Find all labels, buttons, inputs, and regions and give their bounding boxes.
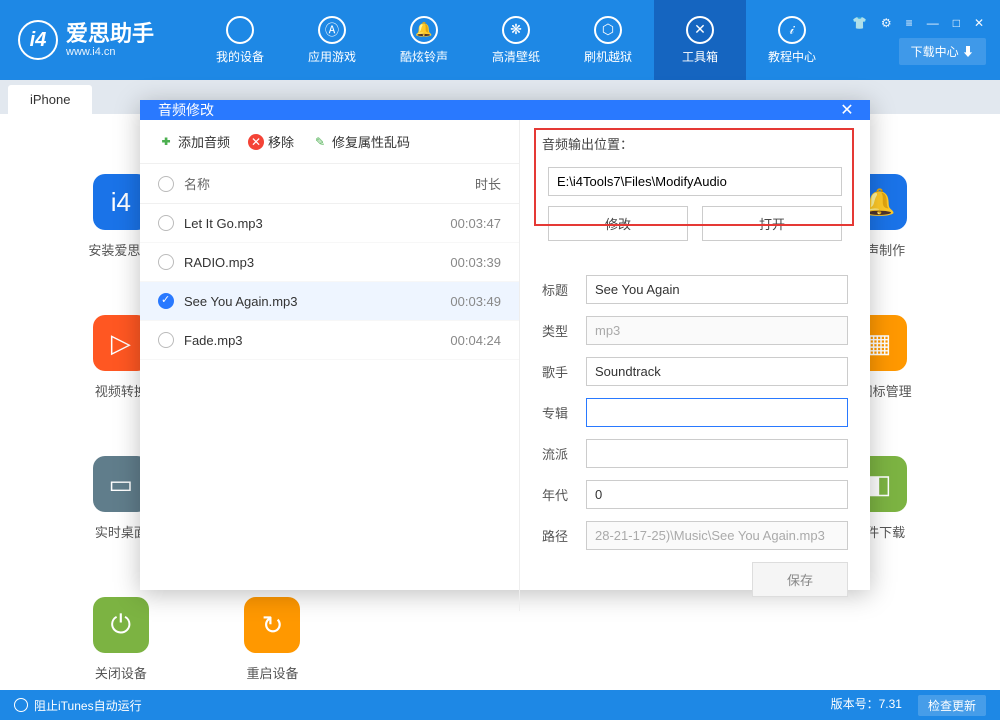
title-input[interactable]	[586, 275, 848, 304]
title-label: 标题	[542, 280, 576, 299]
nav-my-device[interactable]: 我的设备	[194, 0, 286, 80]
genre-label: 流派	[542, 444, 576, 463]
genre-input[interactable]	[586, 439, 848, 468]
nav-apps[interactable]: Ⓐ应用游戏	[286, 0, 378, 80]
download-center-button[interactable]: 下载中心 ⬇	[899, 38, 986, 65]
app-store-icon: Ⓐ	[318, 16, 346, 44]
open-path-button[interactable]: 打开	[702, 206, 842, 241]
brand-logo-icon: i4	[18, 20, 58, 60]
add-plus-icon: 🞧	[158, 134, 174, 150]
path-input	[586, 521, 848, 550]
settings-icon[interactable]: ⚙	[879, 16, 894, 30]
year-input[interactable]	[586, 480, 848, 509]
version-label: 版本号：7.31	[831, 695, 902, 716]
file-row[interactable]: RADIO.mp3 00:03:39	[140, 243, 519, 282]
file-row[interactable]: Fade.mp3 00:04:24	[140, 321, 519, 360]
output-label: 音频输出位置：	[542, 134, 848, 153]
maximize-button[interactable]: □	[951, 16, 962, 30]
fix-encoding-button[interactable]: ✎修复属性乱码	[312, 132, 410, 151]
row-checkbox[interactable]	[158, 215, 174, 231]
box-icon: ⬡	[594, 16, 622, 44]
save-button[interactable]: 保存	[752, 562, 848, 597]
file-duration: 00:04:24	[431, 333, 501, 348]
window-controls: 👕 ⚙ ≡ — □ ✕	[850, 16, 986, 30]
type-label: 类型	[542, 321, 576, 340]
album-input[interactable]	[586, 398, 848, 427]
list-header: 名称 时长	[140, 164, 519, 204]
dialog-close-button[interactable]: ✕	[836, 100, 858, 120]
dialog-header[interactable]: 音频修改 ✕	[140, 100, 870, 120]
year-label: 年代	[542, 485, 576, 504]
file-list-pane: 🞧添加音频 ✕移除 ✎修复属性乱码 名称 时长 Let It Go.mp3 00:…	[140, 120, 520, 611]
file-row[interactable]: Let It Go.mp3 00:03:47	[140, 204, 519, 243]
brand-name: 爱思助手	[66, 21, 154, 46]
artist-label: 歌手	[542, 362, 576, 381]
brand-site: www.i4.cn	[66, 46, 154, 59]
row-checkbox[interactable]	[158, 293, 174, 309]
dialog-title: 音频修改	[158, 100, 214, 120]
output-path-input[interactable]	[548, 167, 842, 196]
fix-icon: ✎	[312, 134, 328, 150]
main-nav: 我的设备 Ⓐ应用游戏 🔔酷炫铃声 ❋高清壁纸 ⬡刷机越狱 ✕工具箱 𝒾教程中心	[194, 0, 838, 80]
file-name: RADIO.mp3	[184, 255, 254, 270]
shirt-icon[interactable]: 👕	[850, 16, 869, 30]
nav-wallpapers[interactable]: ❋高清壁纸	[470, 0, 562, 80]
row-checkbox[interactable]	[158, 332, 174, 348]
check-update-button[interactable]: 检查更新	[918, 695, 986, 716]
file-duration: 00:03:49	[431, 294, 501, 309]
app-header: i4 爱思助手 www.i4.cn 我的设备 Ⓐ应用游戏 🔔酷炫铃声 ❋高清壁纸…	[0, 0, 1000, 80]
add-audio-button[interactable]: 🞧添加音频	[158, 132, 230, 151]
toggle-circle-icon	[14, 698, 28, 712]
properties-pane: 音频输出位置： 修改 打开 标题 类型 歌手 专辑 流派 年代 路径 保存	[520, 120, 870, 611]
type-input	[586, 316, 848, 345]
apple-icon	[226, 16, 254, 44]
menu-icon[interactable]: ≡	[904, 16, 915, 30]
nav-tutorials[interactable]: 𝒾教程中心	[746, 0, 838, 80]
close-button[interactable]: ✕	[972, 16, 986, 30]
audio-modify-dialog: 音频修改 ✕ 🞧添加音频 ✕移除 ✎修复属性乱码 名称 时长 Let It Go…	[140, 100, 870, 590]
file-duration: 00:03:39	[431, 255, 501, 270]
tab-iphone[interactable]: iPhone	[8, 85, 92, 114]
minimize-button[interactable]: —	[925, 16, 941, 30]
nav-ringtones[interactable]: 🔔酷炫铃声	[378, 0, 470, 80]
nav-toolbox[interactable]: ✕工具箱	[654, 0, 746, 80]
file-name: Fade.mp3	[184, 333, 243, 348]
path-label: 路径	[542, 526, 576, 545]
status-bar: 阻止iTunes自动运行 版本号：7.31 检查更新	[0, 690, 1000, 720]
file-name: Let It Go.mp3	[184, 216, 263, 231]
file-duration: 00:03:47	[431, 216, 501, 231]
artist-input[interactable]	[586, 357, 848, 386]
info-icon: 𝒾	[778, 16, 806, 44]
row-checkbox[interactable]	[158, 254, 174, 270]
file-name: See You Again.mp3	[184, 294, 298, 309]
tools-icon: ✕	[686, 16, 714, 44]
nav-flash[interactable]: ⬡刷机越狱	[562, 0, 654, 80]
select-all-checkbox[interactable]	[158, 176, 174, 192]
remove-button[interactable]: ✕移除	[248, 132, 294, 151]
album-label: 专辑	[542, 403, 576, 422]
flower-icon: ❋	[502, 16, 530, 44]
brand: i4 爱思助手 www.i4.cn	[18, 20, 154, 60]
modify-path-button[interactable]: 修改	[548, 206, 688, 241]
bell-icon: 🔔	[410, 16, 438, 44]
remove-x-icon: ✕	[248, 134, 264, 150]
file-row[interactable]: See You Again.mp3 00:03:49	[140, 282, 519, 321]
itunes-toggle[interactable]: 阻止iTunes自动运行	[14, 697, 142, 714]
